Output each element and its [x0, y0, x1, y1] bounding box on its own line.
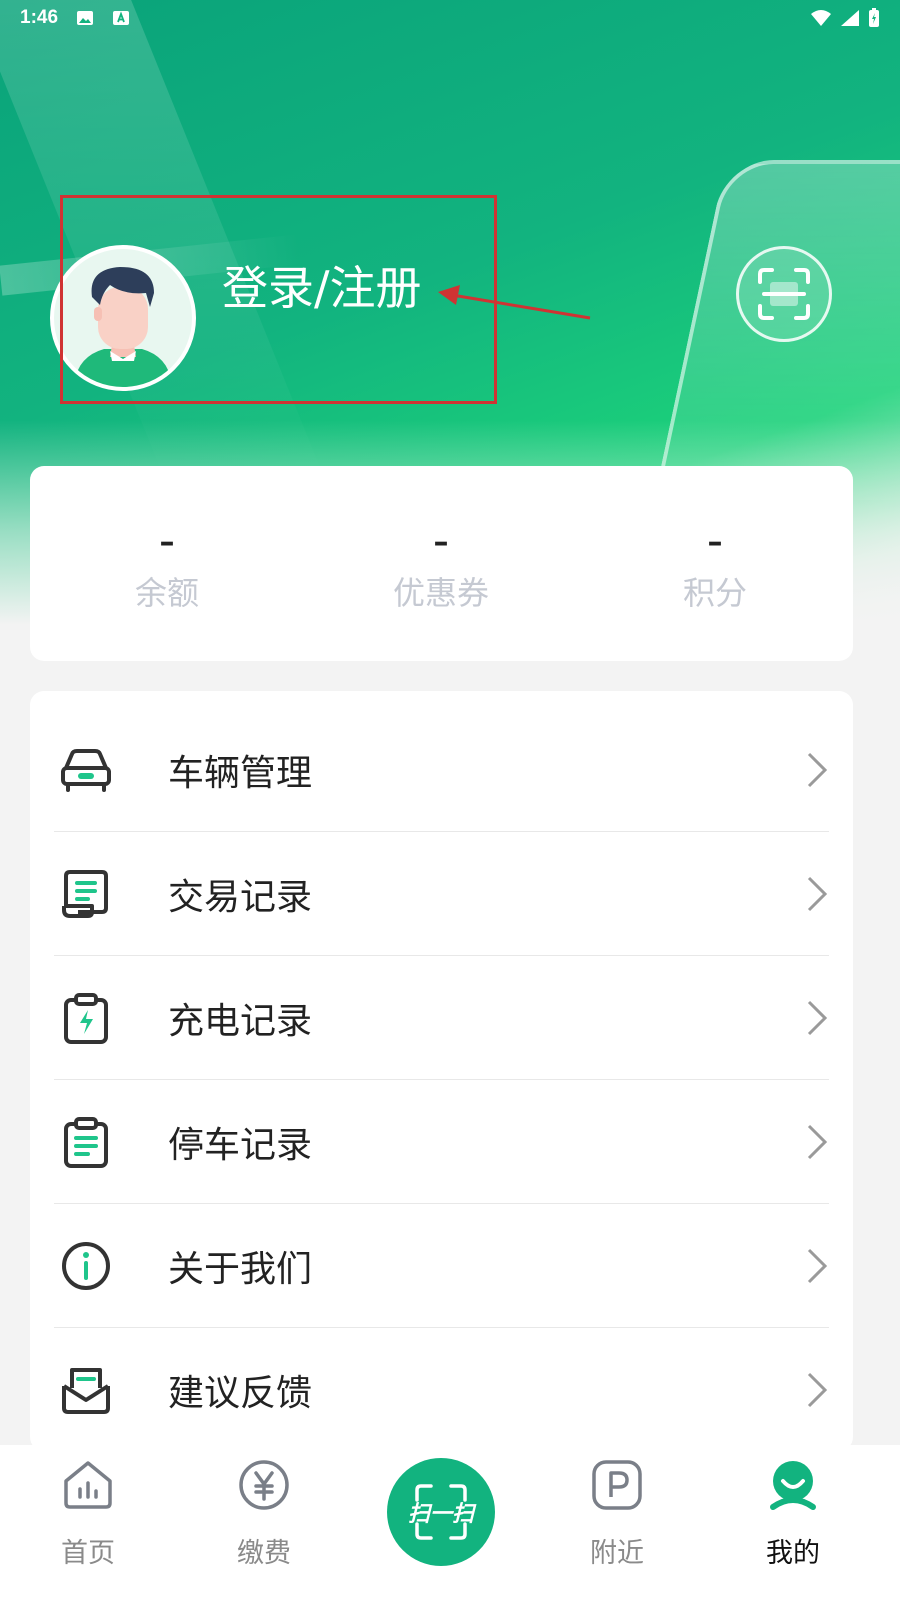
- stat-label: 积分: [682, 574, 747, 612]
- parking-icon: [592, 1460, 642, 1510]
- scan-button[interactable]: [736, 246, 832, 342]
- tab-mine[interactable]: 我的: [733, 1457, 853, 1570]
- menu-item-transaction-records[interactable]: 交易记录: [54, 832, 829, 956]
- menu-item-parking-records[interactable]: 停车记录: [54, 1080, 829, 1204]
- info-icon: [62, 1242, 110, 1290]
- tab-label: 附近: [590, 1538, 644, 1569]
- menu-item-label: 停车记录: [168, 1125, 313, 1166]
- stat-balance[interactable]: – 余额: [67, 524, 267, 614]
- tab-scan-button[interactable]: 扫一扫: [387, 1458, 495, 1566]
- menu-item-charging-records[interactable]: 充电记录: [54, 956, 829, 1080]
- stat-value: –: [159, 525, 175, 560]
- tab-scan-label: 扫一扫: [407, 1502, 474, 1527]
- yen-coin-icon: [239, 1460, 289, 1510]
- menu-item-about-us[interactable]: 关于我们: [54, 1204, 829, 1328]
- signal-icon: [841, 10, 859, 26]
- menu-item-label: 交易记录: [168, 877, 313, 918]
- stat-label: 优惠券: [392, 574, 489, 612]
- chevron-right-icon: [807, 1000, 828, 1036]
- tab-home[interactable]: 首页: [28, 1457, 148, 1570]
- status-time: 1:46: [20, 7, 59, 28]
- home-icon: [64, 1461, 112, 1509]
- status-bar: 1:46: [0, 0, 900, 36]
- tab-label: 缴费: [237, 1538, 291, 1569]
- receipt-icon: [62, 870, 108, 918]
- chevron-right-icon: [807, 876, 828, 912]
- menu-item-label: 充电记录: [168, 1001, 313, 1042]
- stat-value: –: [707, 525, 723, 560]
- chevron-right-icon: [807, 1372, 828, 1408]
- image-notification-icon: [77, 11, 94, 25]
- menu-card: 车辆管理 交易记录 充电记录 停车记录 关于我们 建议反馈: [30, 691, 853, 1451]
- menu-item-label: 关于我们: [168, 1249, 313, 1290]
- menu-item-feedback[interactable]: 建议反馈: [54, 1328, 829, 1451]
- tab-label: 我的: [766, 1538, 820, 1569]
- menu-item-vehicle-management[interactable]: 车辆管理: [54, 708, 829, 832]
- login-register-link[interactable]: 登录/注册: [222, 252, 422, 318]
- tab-label: 首页: [61, 1538, 115, 1569]
- stat-points[interactable]: – 积分: [615, 524, 815, 614]
- battery-icon: [869, 8, 879, 27]
- annotation-arrow-icon: [438, 285, 591, 320]
- stats-card: – 余额 – 优惠券 – 积分: [30, 466, 853, 661]
- parking-clipboard-icon: [64, 1117, 108, 1168]
- tab-payment[interactable]: 缴费: [204, 1457, 324, 1570]
- car-icon: [61, 749, 111, 792]
- menu-item-label: 车辆管理: [168, 753, 313, 794]
- wifi-icon: [811, 10, 831, 26]
- chevron-right-icon: [807, 1248, 828, 1284]
- scan-icon: [758, 268, 810, 320]
- stat-coupons[interactable]: – 优惠券: [341, 524, 541, 614]
- charging-clipboard-icon: [64, 993, 108, 1044]
- stat-label: 余额: [134, 574, 199, 612]
- stat-value: –: [433, 525, 449, 560]
- a-notification-icon: [113, 11, 130, 25]
- tab-nearby[interactable]: 附近: [557, 1457, 677, 1570]
- mail-icon: [62, 1368, 110, 1414]
- menu-item-label: 建议反馈: [168, 1373, 313, 1414]
- profile-icon: [770, 1461, 816, 1510]
- chevron-right-icon: [807, 1124, 828, 1160]
- chevron-right-icon: [807, 752, 828, 788]
